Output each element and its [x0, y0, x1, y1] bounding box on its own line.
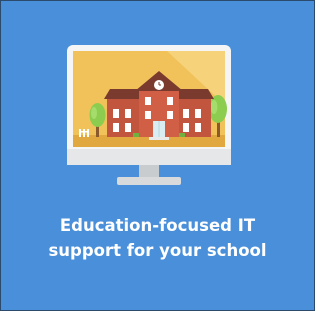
- school-monitor-illustration: [67, 45, 231, 185]
- caption-line-1: Education-focused IT: [59, 216, 256, 235]
- building-right-wing: [175, 99, 211, 137]
- monitor-stand-base: [117, 177, 181, 185]
- service-card[interactable]: Education-focused IT support for your sc…: [0, 0, 315, 311]
- caption-line-2: support for your school: [48, 241, 267, 260]
- card-caption: Education-focused IT support for your sc…: [7, 213, 308, 263]
- monitor-bottom-bezel: [67, 149, 231, 165]
- monitor-stand-neck: [139, 163, 159, 179]
